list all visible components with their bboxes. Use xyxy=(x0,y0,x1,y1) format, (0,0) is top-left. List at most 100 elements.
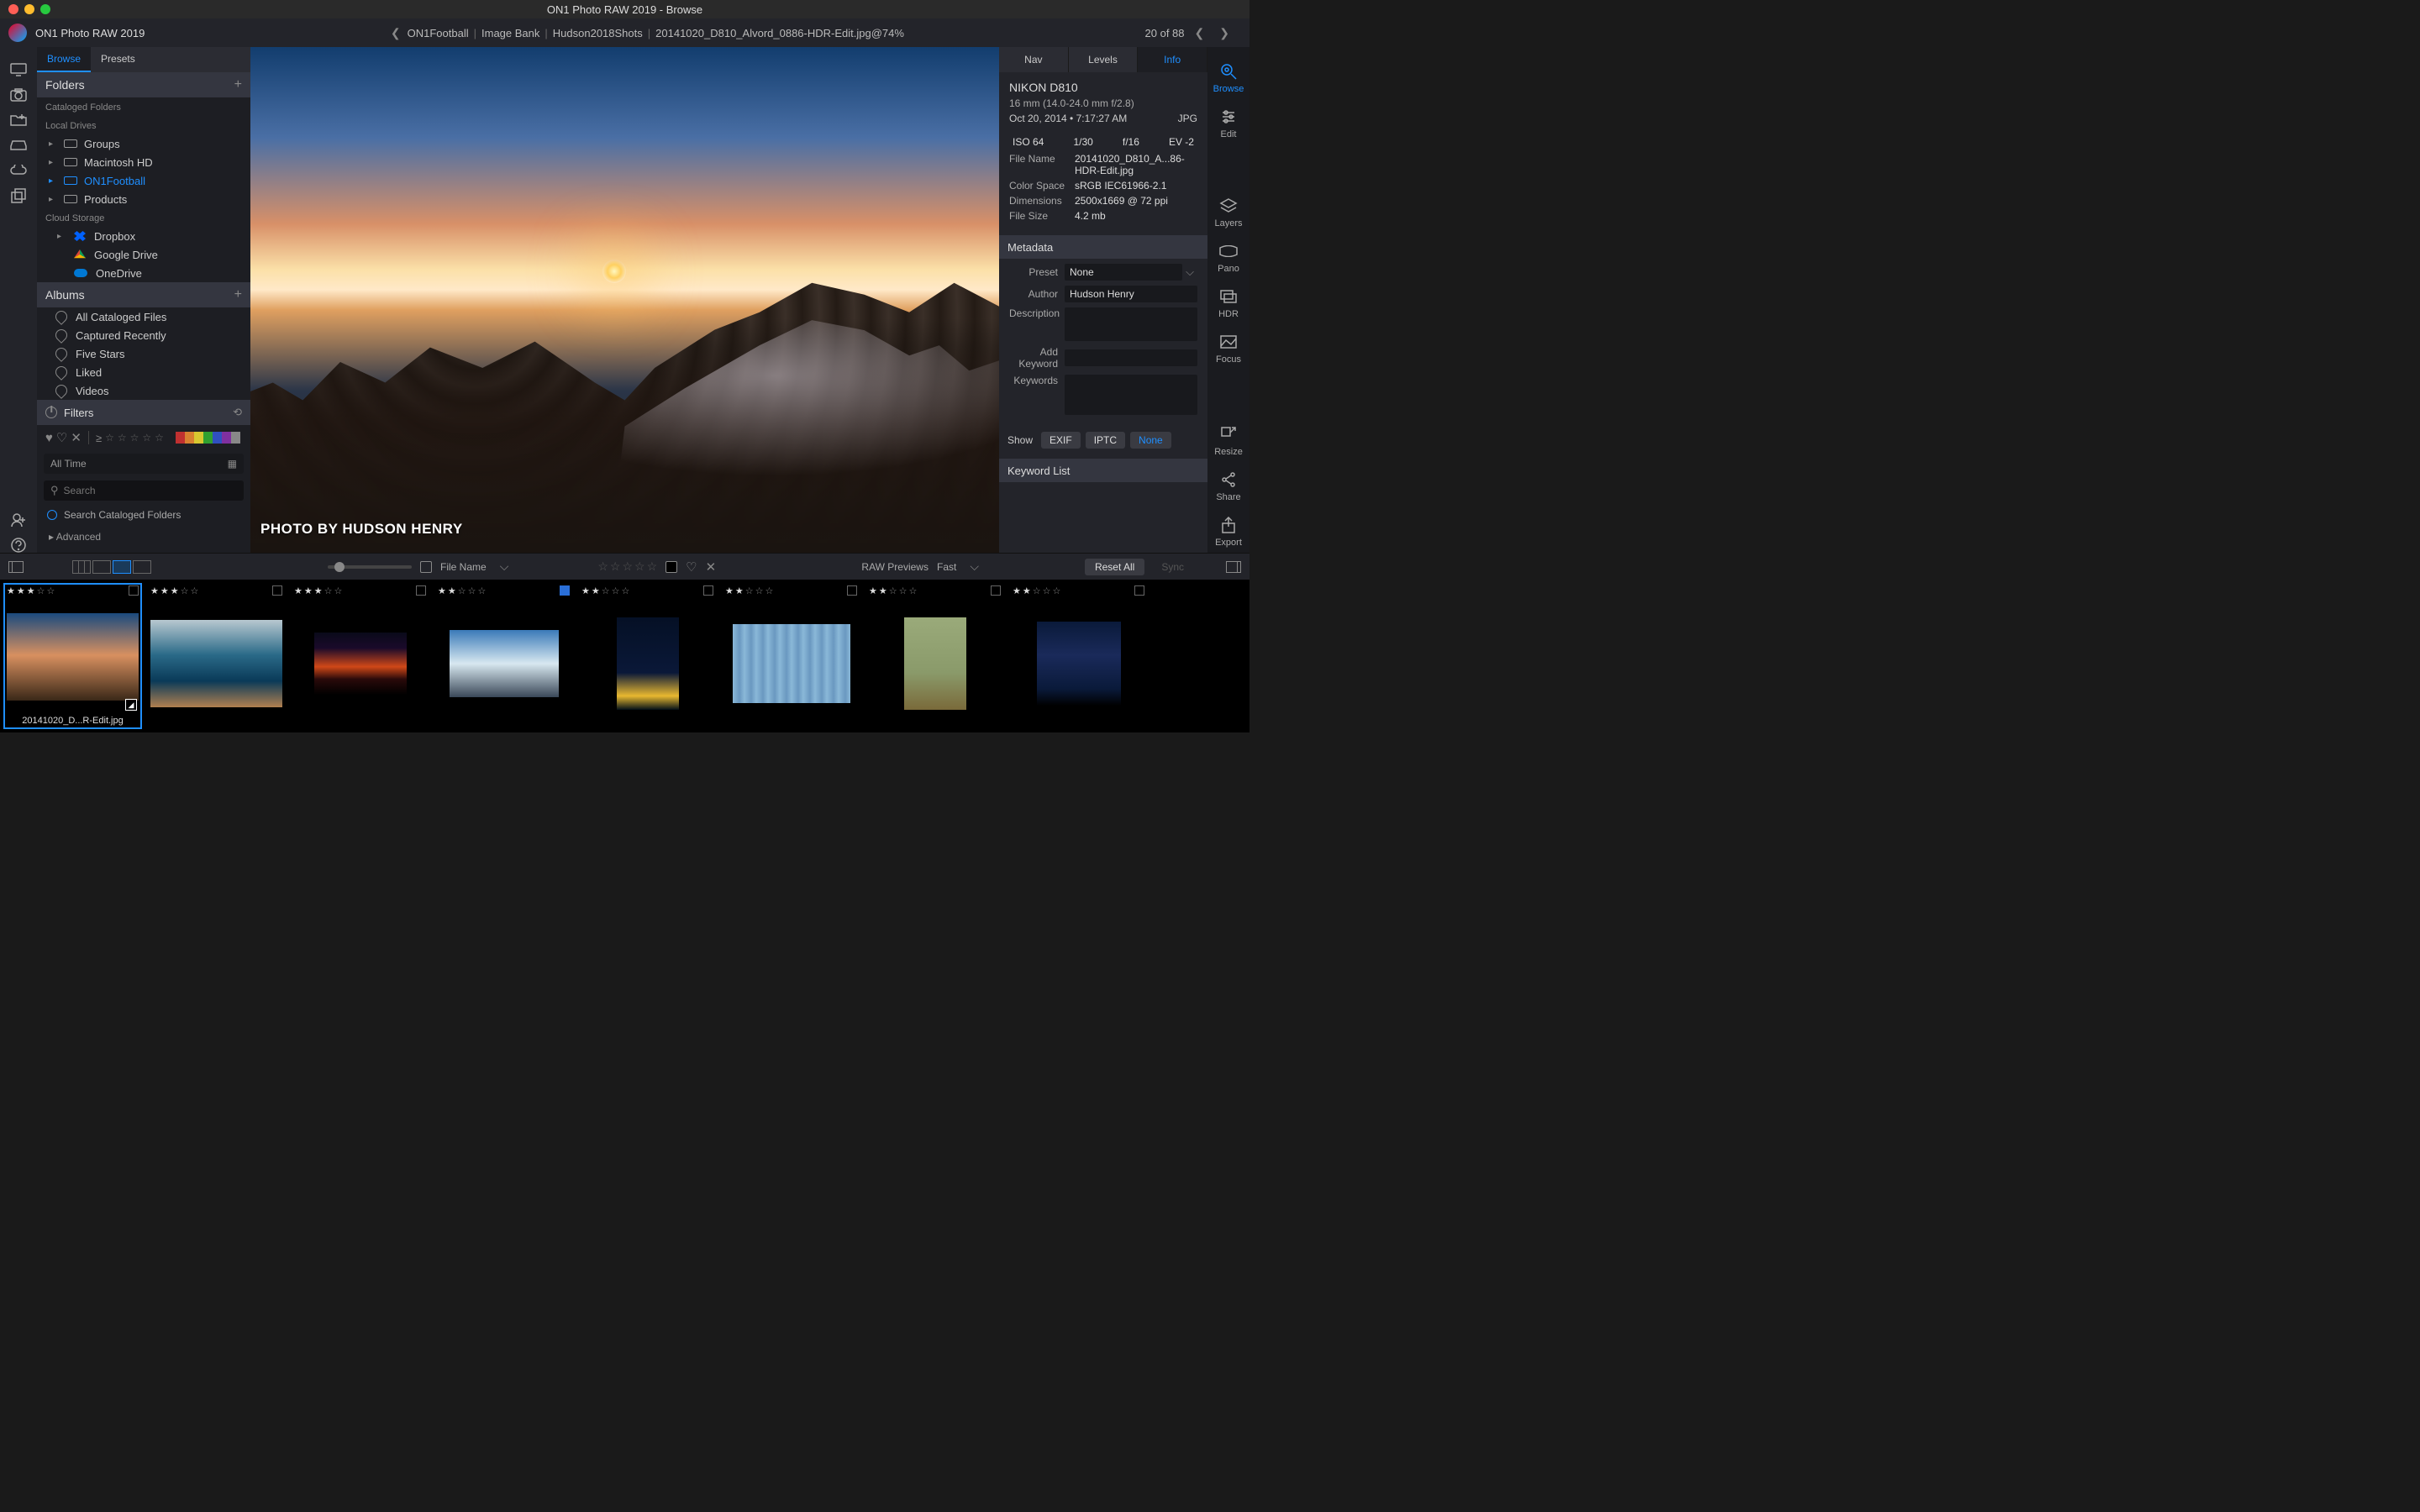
drive-products[interactable]: ▸Products xyxy=(37,190,250,208)
maximize-window[interactable] xyxy=(40,4,50,14)
breadcrumb-part[interactable]: Hudson2018Shots xyxy=(553,27,643,39)
next-image-button[interactable]: ❯ xyxy=(1214,26,1234,40)
view-single[interactable] xyxy=(92,560,111,574)
breadcrumb-part[interactable]: Image Bank xyxy=(481,27,539,39)
tab-presets[interactable]: Presets xyxy=(91,47,145,72)
view-filmstrip[interactable] xyxy=(113,560,131,574)
thumbnail[interactable]: ★★☆☆☆ xyxy=(434,583,573,729)
mode-layers[interactable]: Layers xyxy=(1207,192,1249,234)
mode-export[interactable]: Export xyxy=(1207,511,1249,553)
close-window[interactable] xyxy=(8,4,18,14)
sync-button[interactable]: Sync xyxy=(1153,559,1192,575)
cloud-dropbox[interactable]: ▸Dropbox xyxy=(37,227,250,245)
thumbnail[interactable]: ★★★☆☆ xyxy=(147,583,286,729)
left-panel-toggle[interactable] xyxy=(8,561,24,573)
right-panel-toggle[interactable] xyxy=(1226,561,1241,573)
power-icon[interactable] xyxy=(45,407,57,418)
description-field[interactable] xyxy=(1065,307,1197,341)
drive-icon[interactable] xyxy=(9,138,28,153)
advanced-toggle[interactable]: ▸ Advanced xyxy=(37,526,250,548)
sort-checkbox[interactable] xyxy=(420,561,432,573)
heart-outline-icon[interactable]: ♡ xyxy=(56,430,67,445)
folders-header[interactable]: Folders + xyxy=(37,72,250,97)
metadata-header[interactable]: Metadata xyxy=(999,235,1207,259)
view-compare[interactable] xyxy=(133,560,151,574)
show-exif-button[interactable]: EXIF xyxy=(1041,432,1081,449)
reject-icon[interactable]: ✕ xyxy=(71,430,82,445)
mode-pano[interactable]: Pano xyxy=(1207,237,1249,279)
prev-image-button[interactable]: ❮ xyxy=(1190,26,1210,40)
monitor-icon[interactable] xyxy=(9,62,28,77)
thumbnail[interactable]: ★★★☆☆ ◢ 20141020_D...R-Edit.jpg xyxy=(3,583,142,729)
copies-icon[interactable] xyxy=(9,188,28,203)
help-icon[interactable] xyxy=(9,538,28,553)
thumbnail-size-slider[interactable] xyxy=(328,565,412,569)
folder-add-icon[interactable] xyxy=(9,113,28,128)
drive-macintosh-hd[interactable]: ▸Macintosh HD xyxy=(37,153,250,171)
filters-header[interactable]: Filters ⟲ xyxy=(37,400,250,425)
mode-edit[interactable]: Edit xyxy=(1207,102,1249,144)
filmstrip[interactable]: ★★★☆☆ ◢ 20141020_D...R-Edit.jpg ★★★☆☆ ★★… xyxy=(0,580,1249,732)
add-keyword-field[interactable] xyxy=(1065,349,1197,366)
user-icon[interactable] xyxy=(9,512,28,528)
raw-speed-dropdown-icon[interactable]: ⌵ xyxy=(965,559,984,574)
breadcrumb-back[interactable]: ❮ xyxy=(386,26,406,40)
keyword-list-header[interactable]: Keyword List xyxy=(999,459,1207,482)
reset-all-button[interactable]: Reset All xyxy=(1085,559,1144,575)
search-field[interactable]: ⚲ xyxy=(44,480,244,501)
album-liked[interactable]: Liked xyxy=(37,363,250,381)
thumbnail[interactable]: ★★☆☆☆ xyxy=(722,583,860,729)
rating-control[interactable]: ☆☆☆☆☆ xyxy=(597,559,657,574)
tab-levels[interactable]: Levels xyxy=(1069,47,1139,72)
cloud-onedrive[interactable]: OneDrive xyxy=(37,264,250,282)
minimize-window[interactable] xyxy=(24,4,34,14)
tab-browse[interactable]: Browse xyxy=(37,47,91,72)
mode-hdr[interactable]: HDR xyxy=(1207,282,1249,324)
reject-toggle[interactable]: ✕ xyxy=(706,559,717,575)
heart-fill-icon[interactable]: ♥ xyxy=(45,431,53,445)
search-input[interactable] xyxy=(64,485,237,496)
sort-dropdown-icon[interactable]: ⌵ xyxy=(495,559,514,574)
album-five-stars[interactable]: Five Stars xyxy=(37,344,250,363)
tab-info[interactable]: Info xyxy=(1138,47,1207,72)
drive-groups[interactable]: ▸Groups xyxy=(37,134,250,153)
show-none-button[interactable]: None xyxy=(1130,432,1171,449)
preset-select[interactable]: None xyxy=(1065,264,1182,281)
add-album-icon[interactable]: + xyxy=(234,287,242,302)
mode-browse[interactable]: Browse xyxy=(1207,57,1249,99)
color-filter-swatches[interactable] xyxy=(176,432,240,444)
time-filter[interactable]: All Time ▦ xyxy=(44,454,244,474)
album-videos[interactable]: Videos xyxy=(37,381,250,400)
raw-preview-speed[interactable]: Fast xyxy=(937,561,956,573)
mode-focus[interactable]: Focus xyxy=(1207,328,1249,370)
albums-header[interactable]: Albums + xyxy=(37,282,250,307)
thumbnail[interactable]: ★★☆☆☆ xyxy=(578,583,717,729)
camera-icon[interactable] xyxy=(9,87,28,102)
mode-share[interactable]: Share xyxy=(1207,465,1249,507)
view-grid[interactable] xyxy=(72,560,91,574)
album-all-cataloged[interactable]: All Cataloged Files xyxy=(37,307,250,326)
sort-by-label[interactable]: File Name xyxy=(440,561,487,573)
chevron-down-icon[interactable]: ⌵ xyxy=(1182,265,1197,279)
album-captured-recently[interactable]: Captured Recently xyxy=(37,326,250,344)
rating-gte-icon[interactable]: ≥ xyxy=(96,432,102,444)
add-folder-icon[interactable]: + xyxy=(234,77,242,92)
mode-resize[interactable]: Resize xyxy=(1207,420,1249,462)
cloud-icon[interactable] xyxy=(9,163,28,178)
thumbnail[interactable]: ★★☆☆☆ xyxy=(865,583,1004,729)
breadcrumb-part[interactable]: ON1Football xyxy=(408,27,469,39)
show-iptc-button[interactable]: IPTC xyxy=(1086,432,1125,449)
image-viewer[interactable]: PHOTO BY HUDSON HENRY xyxy=(250,47,999,553)
thumbnail[interactable]: ★★☆☆☆ xyxy=(1009,583,1148,729)
tab-nav[interactable]: Nav xyxy=(999,47,1069,72)
calendar-icon[interactable]: ▦ xyxy=(228,458,237,470)
like-toggle[interactable]: ♡ xyxy=(686,559,697,575)
color-label-picker[interactable] xyxy=(666,561,677,573)
search-cataloged-radio[interactable]: Search Cataloged Folders xyxy=(37,504,250,526)
cloud-gdrive[interactable]: Google Drive xyxy=(37,245,250,264)
author-field[interactable]: Hudson Henry xyxy=(1065,286,1197,302)
keywords-field[interactable] xyxy=(1065,375,1197,415)
thumbnail[interactable]: ★★★☆☆ xyxy=(291,583,429,729)
reset-filters-icon[interactable]: ⟲ xyxy=(233,406,242,419)
drive-on1football[interactable]: ▸ON1Football xyxy=(37,171,250,190)
